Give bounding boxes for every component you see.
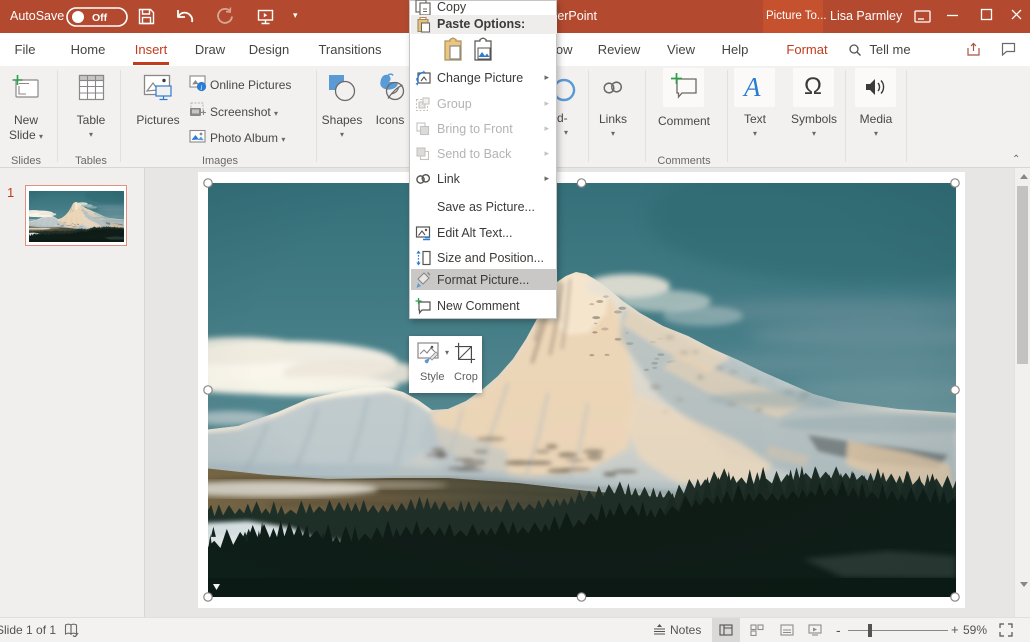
- svg-text:i: i: [200, 83, 202, 92]
- svg-text:Off: Off: [92, 12, 108, 24]
